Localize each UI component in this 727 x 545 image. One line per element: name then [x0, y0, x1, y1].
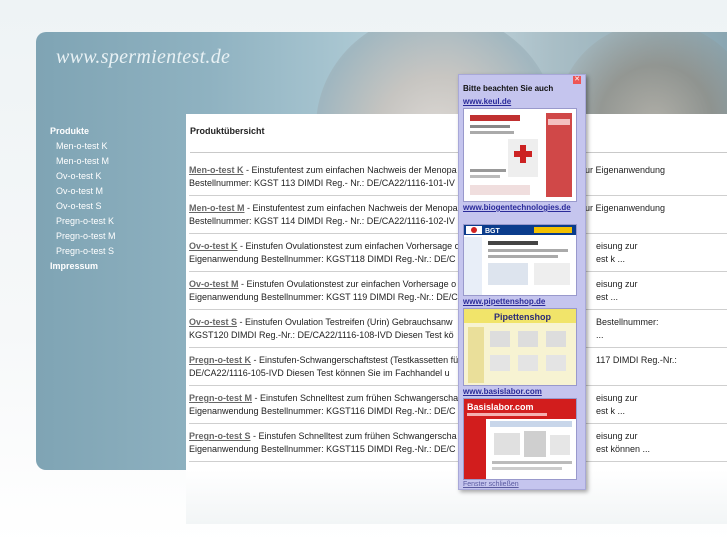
product-desc: - Einstufen Ovulationstest zum einfachen… — [237, 241, 460, 251]
product-order-tail: est k ... — [596, 254, 626, 264]
nav-item-pregn-o-test-s[interactable]: Pregn-o-test S — [50, 244, 170, 259]
nav-item-men-o-test-k[interactable]: Men-o-test K — [50, 139, 170, 154]
nav-item-ov-o-test-k[interactable]: Ov-o-test K — [50, 169, 170, 184]
ad-thumbnail-basislabor[interactable]: Basislabor.com — [463, 398, 577, 480]
product-order-tail: est können ... — [596, 444, 651, 454]
biogen-banner-image: BGT — [464, 225, 576, 295]
product-link[interactable]: Men-o-test M — [189, 203, 245, 213]
page-background: www.spermientest.de Produkte Men-o-test … — [0, 0, 727, 545]
product-desc: - Einstufentest zum einfachen Nachweis d… — [244, 203, 458, 213]
product-link[interactable]: Men-o-test K — [189, 165, 244, 175]
product-order-tail: est ... — [596, 292, 619, 302]
product-link[interactable]: Ov-o-test M — [189, 279, 239, 289]
product-link[interactable]: Ov-o-test K — [189, 241, 238, 251]
product-order-info: KGST120 DIMDI Reg.-Nr.: DE/CA22/1116-108… — [189, 330, 454, 340]
product-desc-tail: eisung zur — [596, 279, 638, 289]
close-icon[interactable]: ✕ — [573, 76, 581, 84]
popup-title: Bitte beachten Sie auch — [463, 84, 554, 93]
product-order-tail: est k ... — [596, 406, 626, 416]
product-order-info: Bestellnummer: KGST 113 DIMDI Reg.- Nr.:… — [189, 178, 455, 188]
nav-head-produkte[interactable]: Produkte — [50, 124, 170, 139]
main-content: Produktübersicht Men-o-test K - Einstufe… — [186, 114, 727, 524]
product-link[interactable]: Pregn-o-test M — [189, 393, 252, 403]
product-entry: Pregn-o-test K - Einstufen-Schwangerscha… — [189, 354, 727, 386]
nav-head-impressum[interactable]: Impressum — [50, 259, 170, 274]
ad-thumbnail-pipettenshop[interactable]: Pipettenshop — [463, 308, 577, 386]
ad-popup: ✕ Bitte beachten Sie auch www.keul.de ww… — [458, 74, 586, 490]
product-order-info: Eigenanwendung Bestellnummer: KGST115 DI… — [189, 444, 456, 454]
product-desc: - Einstufen Schnelltest zum frühen Schwa… — [250, 431, 457, 441]
popup-link-basislabor[interactable]: www.basislabor.com — [463, 387, 542, 396]
product-desc: - Einstufen Ovulationstest zur einfachen… — [238, 279, 457, 289]
nav-item-pregn-o-test-k[interactable]: Pregn-o-test K — [50, 214, 170, 229]
product-desc-tail: eisung zur — [596, 393, 638, 403]
nav-item-ov-o-test-s[interactable]: Ov-o-test S — [50, 199, 170, 214]
product-entry: Pregn-o-test M - Einstufen Schnelltest z… — [189, 392, 727, 424]
product-entry: Men-o-test K - Einstufentest zum einfach… — [189, 164, 727, 196]
basislabor-banner-image: Basislabor.com — [464, 399, 576, 479]
product-entry: Ov-o-test S - Einstufen Ovulation Testre… — [189, 316, 727, 348]
content-bottom-fade — [186, 470, 727, 524]
product-order-info: DE/CA22/1116-105-IVD Diesen Test können … — [189, 368, 450, 378]
product-link[interactable]: Pregn-o-test S — [189, 431, 251, 441]
nav-item-pregn-o-test-m[interactable]: Pregn-o-test M — [50, 229, 170, 244]
ad-thumbnail-biogen[interactable]: BGT — [463, 224, 577, 296]
page-title: Produktübersicht — [190, 126, 265, 136]
pipettenshop-banner-image: Pipettenshop — [464, 309, 576, 385]
product-desc-tail: ur Eigenanwendung — [585, 203, 666, 213]
sidebar-nav: Produkte Men-o-test K Men-o-test M Ov-o-… — [50, 124, 170, 274]
product-link[interactable]: Pregn-o-test K — [189, 355, 251, 365]
popup-link-pipettenshop[interactable]: www.pipettenshop.de — [463, 297, 545, 306]
product-order-info: Bestellnummer: KGST 114 DIMDI Reg.- Nr.:… — [189, 216, 455, 226]
bgt-logo-text: BGT — [485, 228, 501, 235]
nav-item-ov-o-test-m[interactable]: Ov-o-test M — [50, 184, 170, 199]
ad-thumbnail-keul[interactable] — [463, 108, 577, 202]
pipettenshop-logo-text: Pipettenshop — [494, 312, 552, 322]
product-order-info: Eigenanwendung Bestellnummer: KGST 119 D… — [189, 292, 458, 302]
basislabor-logo-text: Basislabor.com — [467, 402, 534, 412]
product-entry: Ov-o-test M - Einstufen Ovulationstest z… — [189, 278, 727, 310]
product-order-info: Eigenanwendung Bestellnummer: KGST116 DI… — [189, 406, 456, 416]
close-window-link[interactable]: Fenster schließen — [463, 481, 519, 488]
product-entry: Men-o-test M - Einstufentest zum einfach… — [189, 202, 727, 234]
product-entry: Ov-o-test K - Einstufen Ovulationstest z… — [189, 240, 727, 272]
product-desc-tail: eisung zur — [596, 241, 638, 251]
product-desc: - Einstufen-Schwangerschaftstest (Testka… — [251, 355, 459, 365]
nav-item-men-o-test-m[interactable]: Men-o-test M — [50, 154, 170, 169]
popup-link-keul[interactable]: www.keul.de — [463, 97, 511, 106]
product-order-tail: ... — [596, 330, 604, 340]
product-desc-tail: Bestellnummer: — [596, 317, 659, 327]
popup-link-biogentechnologies[interactable]: www.biogentechnologies.de — [463, 203, 575, 213]
product-order-info: Eigenanwendung Bestellnummer: KGST118 DI… — [189, 254, 456, 264]
product-desc: - Einstufen Ovulation Testreifen (Urin) … — [237, 317, 453, 327]
product-desc-tail: 117 DIMDI Reg.-Nr.: — [596, 355, 677, 365]
product-desc-tail: eisung zur — [596, 431, 638, 441]
product-desc: - Einstufentest zum einfachen Nachweis d… — [243, 165, 457, 175]
product-entry: Pregn-o-test S - Einstufen Schnelltest z… — [189, 430, 727, 462]
product-link[interactable]: Ov-o-test S — [189, 317, 237, 327]
site-logo[interactable]: www.spermientest.de — [56, 46, 230, 69]
keul-banner-image — [464, 109, 576, 201]
product-desc-tail: ur Eigenanwendung — [585, 165, 666, 175]
product-desc: - Einstufen Schnelltest zum frühen Schwa… — [252, 393, 459, 403]
